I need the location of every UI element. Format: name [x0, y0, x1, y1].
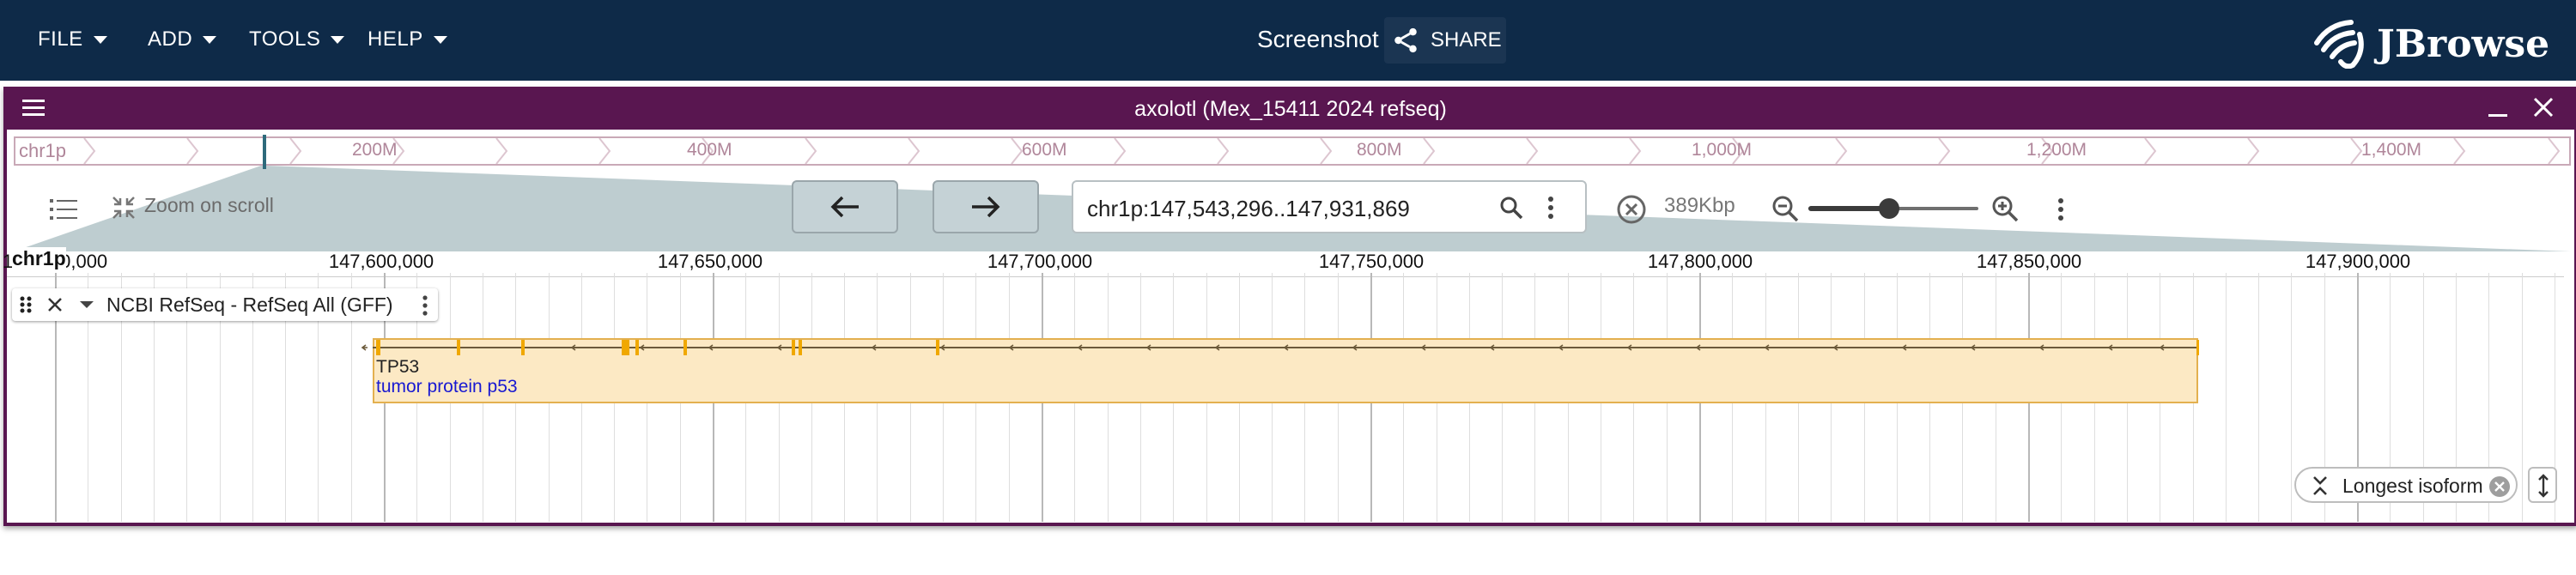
overview-tick-label: 1,200M: [2026, 140, 2087, 160]
zoom-in-icon[interactable]: [1990, 194, 2020, 223]
ruler-chrom-label: chr1p: [12, 247, 66, 270]
minor-gridline: [2258, 273, 2259, 522]
ruler-chrom-name: chr1p: [12, 247, 66, 269]
exon: [936, 340, 939, 355]
exon: [376, 340, 380, 355]
close-track-icon[interactable]: [46, 296, 64, 313]
feature-name: TP53: [376, 357, 420, 377]
overview-tick-label: 200M: [352, 140, 398, 160]
bp-size-label: 389Kbp: [1664, 194, 1735, 217]
ruler-tick-label: 147,750,000: [1318, 251, 1425, 272]
exon: [622, 340, 629, 355]
view-options-icon[interactable]: [2056, 196, 2066, 223]
caret-down-icon: [203, 35, 217, 44]
overview-tick-label: 800M: [1357, 140, 1402, 160]
location-input[interactable]: chr1p:147,543,296..147,931,869: [1087, 196, 1410, 222]
track-menu-icon[interactable]: [421, 294, 429, 317]
zoom-slider-fill: [1808, 206, 1889, 211]
menu-file-label: FILE: [38, 27, 83, 51]
menu-tools[interactable]: TOOLS: [249, 22, 345, 57]
overview-tick-label: 1,400M: [2361, 140, 2422, 160]
caret-down-icon: [433, 35, 447, 44]
minor-gridline: [2226, 273, 2227, 522]
share-icon: [1394, 27, 1417, 53]
share-label: SHARE: [1431, 28, 1502, 51]
menu-tools-label: TOOLS: [249, 27, 321, 51]
logo-text: JBrowse: [2377, 22, 2550, 66]
minor-gridline: [2291, 273, 2292, 522]
feature-description: tumor protein p53: [376, 377, 518, 396]
overview-location-marker: [263, 135, 266, 169]
menu-help-label: HELP: [368, 27, 423, 51]
ruler-tick-label: 147,800,000: [1647, 251, 1753, 272]
ruler-tick-label: 147,650,000: [657, 251, 763, 272]
ruler-tick-label: 147,850,000: [1976, 251, 2082, 272]
ruler-tick-label: 147,900,000: [2305, 251, 2411, 272]
ruler-tick-label: 147,700,000: [987, 251, 1093, 272]
exon: [2196, 340, 2199, 355]
overview-chrom-label: chr1p: [19, 140, 67, 161]
exon: [457, 340, 460, 355]
zoom-slider-thumb[interactable]: [1879, 198, 1899, 219]
search-icon[interactable]: [1498, 194, 1525, 221]
track-name: NCBI RefSeq - RefSeq All (GFF): [106, 294, 393, 316]
session-title[interactable]: Screenshot: [1257, 26, 1379, 53]
exon: [799, 340, 802, 355]
jbrowse-logo-icon: [2314, 20, 2364, 70]
overview-scalebar[interactable]: chr1p 200M 400M 600M 800M 1,000M 1,200M …: [7, 136, 2571, 166]
overview-chrom-block: [14, 136, 2571, 166]
arrow-left-icon: [830, 196, 859, 218]
pan-left-button[interactable]: [792, 180, 898, 233]
exon: [521, 340, 525, 355]
clear-location-icon[interactable]: [1616, 194, 1647, 225]
overview-tick-label: 400M: [687, 140, 732, 160]
exon: [792, 340, 795, 355]
overview-tick-label: 1,000M: [1692, 140, 1753, 160]
app-bar: FILE ADD TOOLS HELP Screenshot SHARE JBr…: [0, 0, 2576, 81]
minor-gridline: [2522, 273, 2523, 522]
unfold-icon: [2313, 476, 2327, 495]
zoom-out-icon[interactable]: [1771, 194, 1800, 223]
chip-delete-icon[interactable]: [2488, 475, 2511, 498]
pan-right-button[interactable]: [933, 180, 1039, 233]
jbrowse-logo: JBrowse: [2312, 17, 2549, 70]
track-height-button[interactable]: [2528, 467, 2557, 503]
menu-add-label: ADD: [148, 27, 193, 51]
overview-tick-label: 600M: [1022, 140, 1067, 160]
exon: [635, 340, 639, 355]
drag-handle-icon[interactable]: [19, 295, 33, 314]
track-selector-icon[interactable]: [48, 196, 79, 223]
collapse-track-icon[interactable]: [79, 300, 94, 309]
overview-chevrons: [83, 138, 2561, 164]
caret-down-icon: [331, 35, 345, 44]
ruler-tick-label: 147,600,000: [328, 251, 434, 272]
menu-file[interactable]: FILE: [38, 22, 107, 57]
zoom-on-scroll-label[interactable]: Zoom on scroll: [144, 194, 274, 217]
arrow-right-icon: [972, 196, 1000, 218]
location-search-box[interactable]: chr1p:147,543,296..147,931,869: [1072, 180, 1587, 233]
exon: [683, 340, 687, 355]
isoform-label: Longest isoform: [2342, 475, 2483, 497]
menu-add[interactable]: ADD: [148, 22, 217, 57]
resize-vertical-icon: [2538, 474, 2549, 498]
menu-help[interactable]: HELP: [368, 22, 447, 57]
caret-down-icon: [93, 35, 107, 44]
longest-isoform-chip[interactable]: Longest isoform: [2294, 467, 2518, 503]
ruler-baseline: [7, 276, 2564, 277]
more-vert-icon[interactable]: [1546, 194, 1556, 221]
share-button[interactable]: SHARE: [1384, 17, 1506, 64]
zoom-on-scroll-icon[interactable]: [110, 194, 137, 221]
track-label[interactable]: NCBI RefSeq - RefSeq All (GFF): [12, 288, 438, 321]
